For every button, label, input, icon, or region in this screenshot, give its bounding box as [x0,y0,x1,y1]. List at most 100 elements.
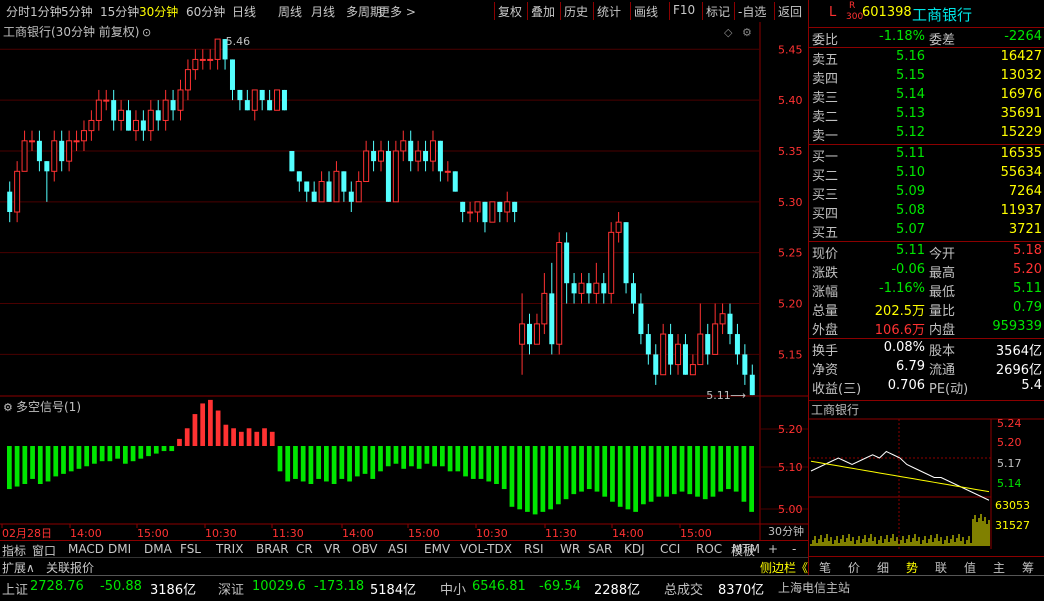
tool-6[interactable]: 标记 [706,3,730,20]
tab-fsl[interactable]: FSL [180,542,201,556]
tab-sar[interactable]: SAR [588,542,612,556]
indicator-tick-label: 5.20 [778,423,803,436]
price-tick-label: 5.45 [778,43,803,56]
period-10[interactable]: 更多 > [378,3,416,20]
tool-4[interactable]: 画线 [634,3,658,20]
mini-tab-6[interactable]: 主 [993,559,1005,576]
svg-text:5.17: 5.17 [997,457,1022,470]
main-chart-area[interactable]: 5.20 5.10 5.00 5.45 5.40 5.35 5.30 5.25 5.20 5.1… [0,22,808,550]
tab-cci[interactable]: CCI [660,542,680,556]
orderbook-row: 卖五 5.16 16427 [809,48,1044,68]
signal-bar [61,446,66,474]
tool-5[interactable]: F10 [673,3,695,17]
tab-asi[interactable]: ASI [388,542,407,556]
mini-price-line [810,450,990,501]
time-tick-label: 14:00 [342,527,374,540]
signal-bar [107,446,113,462]
tool-2[interactable]: 历史 [564,3,588,20]
period-4[interactable]: 30分钟 [139,3,178,20]
tab-vr[interactable]: VR [324,542,341,556]
period-2[interactable]: 5分钟 [61,3,93,20]
tool-1[interactable]: 叠加 [531,3,555,20]
candle-body [73,140,80,143]
mini-tab-4[interactable]: 联 [935,559,947,576]
signal-bar [455,446,461,472]
tab-vol-tdx[interactable]: VOL-TDX [460,542,512,556]
signal-bar [741,446,747,502]
tab-cr[interactable]: CR [296,542,313,556]
signal-bar [478,446,484,479]
signal-bar [347,446,352,482]
tab-obv[interactable]: OBV [352,542,378,556]
candle-body [564,242,570,284]
mini-tab-0[interactable]: 笔 [819,559,831,576]
diamond-icon[interactable]: ◇ [724,26,733,39]
tab-rsi[interactable]: RSI [524,542,544,556]
signal-bar [215,410,221,446]
tab-brar[interactable]: BRAR [256,542,289,556]
minus-button[interactable]: - [792,542,796,556]
svg-text:31527: 31527 [995,519,1030,532]
period-3[interactable]: 15分钟 [100,3,139,20]
tab-trix[interactable]: TRIX [216,542,243,556]
orderbook-label: 卖二 [812,110,839,125]
candle-body [207,58,214,61]
signal-bar [540,446,546,512]
period-9[interactable]: 多周期 [346,3,382,20]
signal-bar [262,428,267,446]
fundamental-row: 收益(三) 0.706 PE(动) 5.4 [809,377,1044,397]
signal-bar [424,446,430,464]
candle-body [689,364,696,376]
signal-bar [200,403,206,446]
orderbook-row: 买四 5.08 11937 [809,202,1044,222]
time-tick-label: 11:30 [272,527,304,540]
tab-wr[interactable]: WR [560,542,580,556]
chart-title: 工商银行(30分钟 前复权) [3,24,139,39]
candle-body [229,59,235,90]
mini-tab-2[interactable]: 细 [877,559,889,576]
marker-300: 300 [846,12,864,22]
period-1[interactable]: 1分钟 [30,3,62,20]
tool-0[interactable]: 复权 [498,3,522,20]
period-7[interactable]: 周线 [278,3,302,20]
tab-roc[interactable]: ROC [696,542,722,556]
tab-dma[interactable]: DMA [144,542,172,556]
tool-8[interactable]: 返回 [778,3,802,20]
candle [489,201,496,223]
stat-value: 959339 [992,319,1042,334]
mini-tab-5[interactable]: 值 [964,559,976,576]
signal-bar [208,399,213,446]
period-8[interactable]: 月线 [311,3,335,20]
tool-7[interactable]: -自选 [738,3,766,20]
svg-text:63053: 63053 [995,499,1030,512]
mini-tab-3[interactable]: 势 [906,559,918,576]
candle-body [363,150,370,182]
chevron-down-icon[interactable]: ⊙ [142,26,151,39]
candle-body [556,242,563,345]
period-0[interactable]: 分时 [6,3,30,20]
tab-kdj[interactable]: KDJ [624,542,645,556]
stat-label: 总量 [812,304,839,319]
tab-macd[interactable]: MACD [68,542,104,556]
gear-icon[interactable]: ⚙ [742,26,752,39]
plus-button[interactable]: + [768,542,778,556]
candle-body [170,100,176,111]
mini-tab-7[interactable]: 筹 [1022,559,1034,576]
orderbook-volume: 16535 [1000,146,1042,161]
period-5[interactable]: 60分钟 [186,3,225,20]
fund-label: 收益(三) [812,382,862,397]
tab-emv[interactable]: EMV [424,542,450,556]
mini-tab-1[interactable]: 价 [848,559,860,576]
indicator-gear-icon[interactable]: ⚙ [3,401,13,414]
stat-value: 5.11 [1013,281,1042,296]
signal-bar [231,428,236,446]
mini-intraday-chart[interactable]: 工商银行 5.24 5.20 5.17 5.14 63053 31527 [809,401,1044,549]
signal-bar [602,446,608,497]
expand-button[interactable]: 扩展∧ [2,559,35,576]
tool-3[interactable]: 统计 [597,3,621,20]
period-6[interactable]: 日线 [232,3,256,20]
tab-dmi[interactable]: DMI [108,542,131,556]
related-quote-button[interactable]: 关联报价 [46,559,94,576]
sidebar-toggle[interactable]: 侧边栏《 [760,559,808,576]
stat-value: -1.16% [879,281,925,296]
